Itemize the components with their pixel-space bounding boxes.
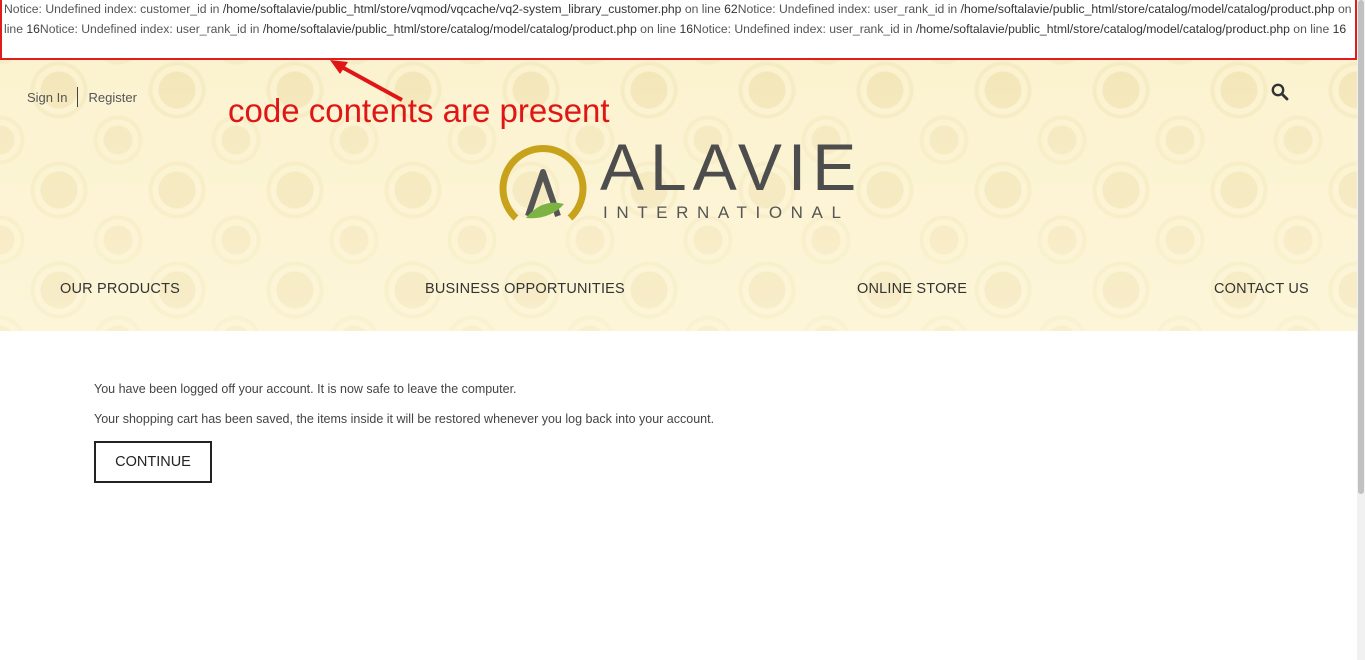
logout-text: You have been logged off your account. I…: [94, 382, 517, 396]
notice-path: /home/softalavie/public_html/store/catal…: [960, 2, 1335, 16]
logo-subtitle: INTERNATIONAL: [603, 203, 850, 222]
notice-path: /home/softalavie/public_html/store/catal…: [262, 22, 637, 36]
notice-text: on line: [1289, 22, 1333, 36]
scrollbar-thumb[interactable]: [1358, 0, 1364, 494]
scrollbar[interactable]: [1357, 0, 1365, 660]
nav-our-products[interactable]: OUR PRODUCTS: [60, 281, 180, 297]
notice-path: 16: [679, 22, 694, 36]
continue-button[interactable]: CONTINUE: [94, 441, 212, 483]
search-icon[interactable]: [1271, 83, 1289, 101]
nav-business-opportunities[interactable]: BUSINESS OPPORTUNITIES: [425, 281, 625, 297]
link-divider: [77, 87, 79, 107]
notice-text: Notice: Undefined index: customer_id in: [4, 2, 223, 16]
notice-path: /home/softalavie/public_html/store/catal…: [915, 22, 1290, 36]
notice-path: /home/softalavie/public_html/store/vqmod…: [222, 2, 682, 16]
cart-saved-text: Your shopping cart has been saved, the i…: [94, 412, 715, 426]
logo-mark-icon[interactable]: [498, 138, 588, 224]
notice-text: Notice: Undefined index: user_rank_id in: [737, 2, 961, 16]
nav-contact-us[interactable]: CONTACT US: [1214, 281, 1309, 297]
nav-online-store[interactable]: ONLINE STORE: [857, 281, 967, 297]
notice-text: Notice: Undefined index: user_rank_id in: [39, 22, 263, 36]
notice-path: 16: [26, 22, 40, 36]
logout-message: You have been logged off your account. I…: [94, 381, 714, 441]
sign-in-link[interactable]: Sign In: [27, 90, 67, 105]
account-links: Sign In Register: [27, 87, 137, 107]
logo-wordmark: ALAVIE: [600, 130, 863, 204]
notice-text: on line: [681, 2, 725, 16]
php-notice-box: Notice: Undefined index: customer_id in …: [0, 0, 1357, 60]
notice-path: 62: [724, 2, 738, 16]
annotation-label: code contents are present: [228, 92, 610, 129]
notice-text: Notice: Undefined index: user_rank_id in: [693, 22, 916, 36]
notice-path: 16: [1332, 22, 1347, 36]
register-link[interactable]: Register: [88, 90, 136, 105]
notice-text: on line: [636, 22, 680, 36]
